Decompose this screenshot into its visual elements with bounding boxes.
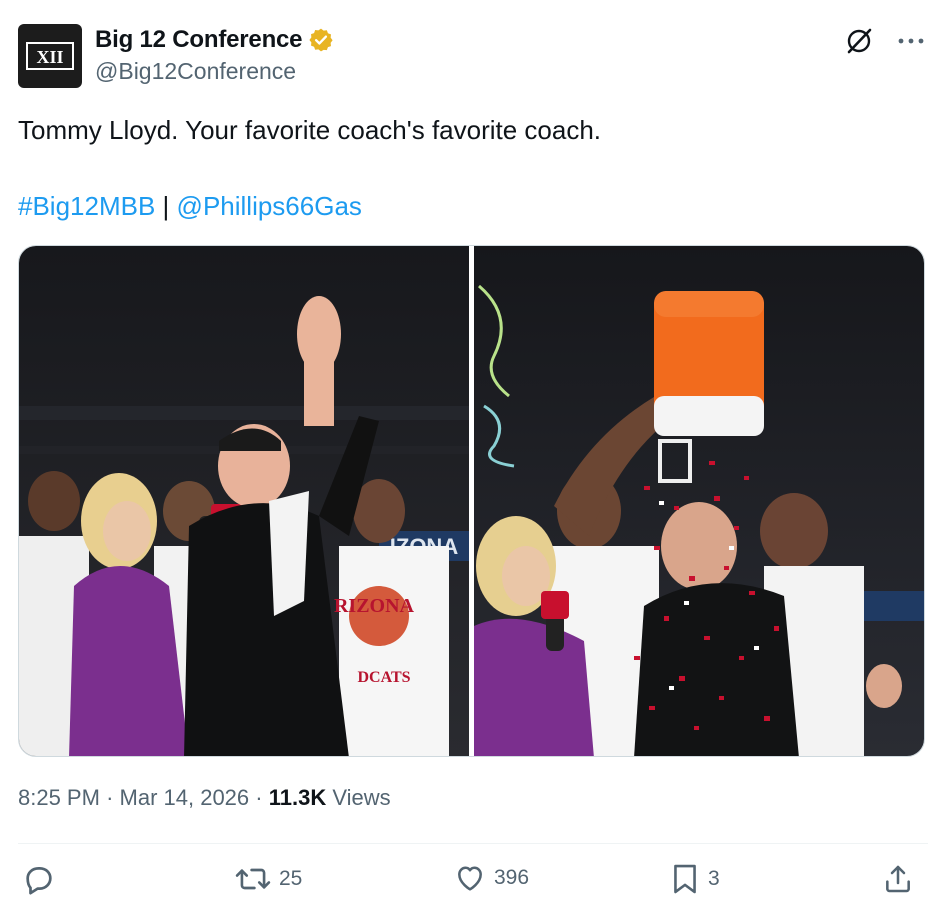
- media-grid: IZONA RIZONA DCATS: [18, 245, 925, 757]
- retweet-count: 25: [279, 867, 303, 890]
- tweet-time[interactable]: 8:25 PM: [18, 785, 100, 810]
- separator: |: [162, 191, 170, 221]
- photo-coach-waving: IZONA RIZONA DCATS: [19, 246, 469, 756]
- photo-left[interactable]: IZONA RIZONA DCATS: [19, 246, 470, 756]
- retweet-button[interactable]: 25: [235, 862, 302, 896]
- display-name[interactable]: Big 12 Conference: [95, 26, 303, 54]
- tweet-meta: 8:25 PM · Mar 14, 2026 · 11.3K Views: [18, 785, 391, 811]
- bookmark-icon: [674, 864, 696, 894]
- heart-icon: [458, 866, 482, 891]
- big12-logo-icon: XII: [26, 42, 74, 70]
- photo-right[interactable]: [473, 246, 924, 756]
- share-icon: [886, 865, 910, 893]
- user-handle[interactable]: @Big12Conference: [95, 58, 296, 85]
- meta-dot: ·: [255, 785, 263, 810]
- like-button[interactable]: 396: [454, 862, 529, 894]
- views-label: Views: [332, 785, 391, 810]
- share-button[interactable]: [882, 862, 914, 896]
- retweet-icon: [235, 868, 271, 890]
- tweet-tags: #Big12MBB | @Phillips66Gas: [18, 190, 362, 222]
- action-bar: 25 396 3: [22, 862, 922, 902]
- verified-badge-icon: [309, 28, 333, 52]
- divider: [18, 843, 928, 844]
- reply-button[interactable]: [22, 862, 64, 896]
- svg-text:DCATS: DCATS: [357, 669, 410, 686]
- mention-link[interactable]: @Phillips66Gas: [177, 191, 362, 221]
- like-count: 396: [494, 866, 530, 889]
- bookmark-count: 3: [708, 867, 720, 890]
- author-name-row[interactable]: Big 12 Conference: [95, 26, 334, 54]
- grok-icon[interactable]: [844, 26, 874, 56]
- reply-icon: [26, 867, 52, 895]
- bookmark-button[interactable]: 3: [670, 862, 720, 896]
- tweet-text: Tommy Lloyd. Your favorite coach's favor…: [18, 115, 602, 145]
- svg-text:RIZONA: RIZONA: [334, 595, 415, 617]
- photo-gatorade-shower: [473, 246, 924, 756]
- views-count: 11.3K: [268, 785, 327, 810]
- svg-text:XII: XII: [36, 47, 63, 67]
- hashtag-link[interactable]: #Big12MBB: [18, 191, 155, 221]
- meta-dot: ·: [106, 785, 114, 810]
- tweet-date[interactable]: Mar 14, 2026: [120, 785, 250, 810]
- avatar[interactable]: XII: [18, 24, 82, 88]
- more-options-icon[interactable]: [898, 36, 924, 46]
